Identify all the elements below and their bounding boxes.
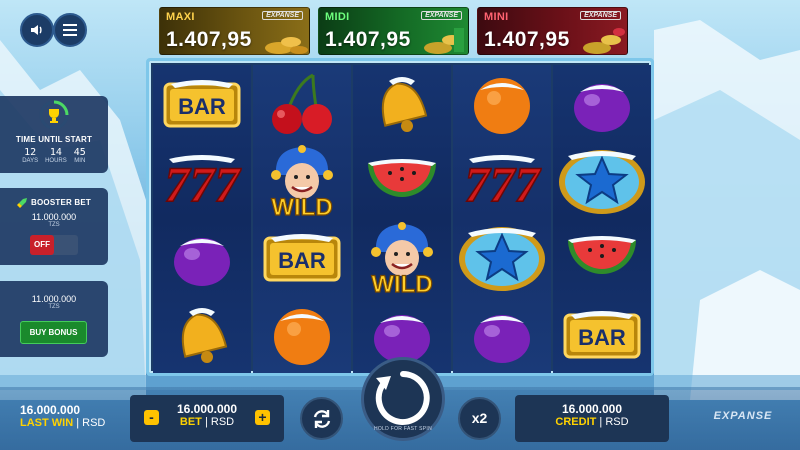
- autoplay-button[interactable]: [300, 397, 343, 440]
- symbol-plum: [453, 296, 551, 373]
- buy-bonus-panel: 11.000.000 TZS BUY BONUS: [0, 281, 108, 357]
- last-win-currency: RSD: [82, 417, 106, 429]
- svg-text:BAR: BAR: [178, 94, 226, 119]
- reels-frame: BAR 777 WILD BAR WILD 777 BAR: [146, 58, 654, 376]
- reel-1: BAR 777: [153, 65, 251, 373]
- sound-button[interactable]: [20, 13, 54, 47]
- reel-5: BAR: [553, 65, 651, 373]
- jackpot-mini: MINI EXPANSE 1.407,95: [477, 7, 628, 55]
- symbol-wild: WILD: [253, 142, 351, 219]
- spin-hint: HOLD FOR FAST SPIN: [373, 426, 433, 432]
- symbol-plum: [553, 65, 651, 142]
- jackpot-mini-value: 1.407,95: [484, 28, 570, 51]
- timer-days-label: DAYS: [22, 158, 39, 164]
- symbol-seven: 777: [453, 142, 551, 219]
- symbol-bell: [153, 296, 251, 373]
- symbol-star: [453, 219, 551, 296]
- svg-text:BAR: BAR: [578, 325, 626, 350]
- reel-3: WILD: [353, 65, 451, 373]
- jackpot-maxi-value: 1.407,95: [166, 28, 252, 51]
- jackpot-maxi-name: MAXI: [166, 11, 195, 23]
- reel-4: 777: [453, 65, 551, 373]
- booster-title: BOOSTER BET: [31, 198, 91, 207]
- booster-toggle[interactable]: OFF: [30, 235, 78, 255]
- symbol-bell: [353, 65, 451, 142]
- symbol-bar: BAR: [253, 219, 351, 296]
- bet-decrease-button[interactable]: -: [144, 410, 159, 425]
- svg-text:WILD: WILD: [371, 271, 432, 296]
- credit-label: CREDIT: [555, 416, 597, 428]
- jackpot-midi-brand: EXPANSE: [421, 11, 462, 20]
- svg-text:777: 777: [465, 156, 542, 211]
- multiplier-button[interactable]: x2: [458, 397, 501, 440]
- symbol-cherry: [253, 65, 351, 142]
- jackpot-midi: MIDI EXPANSE 1.407,95: [318, 7, 469, 55]
- jackpot-mini-name: MINI: [484, 11, 509, 23]
- bet-control: - 16.000.000 BET | RSD +: [130, 395, 284, 442]
- menu-button[interactable]: [53, 13, 87, 47]
- timer-title: TIME UNTIL START: [15, 135, 93, 144]
- symbol-orange: [253, 296, 351, 373]
- speaker-icon: [31, 25, 42, 35]
- expanse-logo: EXPANSE: [713, 410, 773, 422]
- symbol-orange: [453, 65, 551, 142]
- svg-text:WILD: WILD: [271, 194, 332, 219]
- buy-bonus-amount: 11.000.000: [31, 294, 77, 304]
- booster-toggle-state: OFF: [30, 235, 54, 255]
- symbol-plum: [153, 219, 251, 296]
- bet-separator: |: [204, 416, 208, 428]
- symbol-star: [553, 142, 651, 219]
- trophy-icon: [39, 100, 69, 130]
- reel-2: WILD BAR: [253, 65, 351, 373]
- timer-hours: 14: [49, 147, 62, 158]
- symbol-bar: BAR: [553, 296, 651, 373]
- buy-bonus-currency: TZS: [48, 304, 60, 310]
- credit-separator: |: [599, 416, 603, 428]
- last-win-separator: |: [76, 417, 80, 429]
- jackpot-mini-brand: EXPANSE: [580, 11, 621, 20]
- jackpot-midi-name: MIDI: [325, 11, 350, 23]
- symbol-watermelon: [553, 219, 651, 296]
- spin-button[interactable]: HOLD FOR FAST SPIN: [361, 357, 445, 441]
- credit-display: 16.000.000 CREDIT | RSD: [515, 395, 669, 442]
- svg-text:777: 777: [165, 156, 242, 211]
- last-win-amount: 16.000.000: [20, 403, 81, 417]
- bet-label: BET: [179, 416, 202, 428]
- credit-currency: RSD: [605, 416, 629, 428]
- symbol-wild: WILD: [353, 219, 451, 296]
- booster-bet-panel: BOOSTER BET 11.000.000 TZS OFF: [0, 188, 108, 265]
- credit-amount: 16.000.000: [561, 402, 623, 416]
- bet-currency: RSD: [210, 416, 235, 428]
- symbol-watermelon: [353, 142, 451, 219]
- hamburger-icon: [63, 24, 77, 36]
- timer-minutes-label: MIN: [74, 158, 86, 164]
- last-win-label: LAST WIN: [20, 417, 74, 429]
- refresh-icon: [313, 409, 330, 428]
- symbol-bar: BAR: [153, 65, 251, 142]
- booster-currency: TZS: [48, 222, 60, 228]
- jackpot-midi-value: 1.407,95: [325, 28, 411, 51]
- bet-increase-button[interactable]: +: [255, 410, 270, 425]
- booster-amount: 11.000.000: [31, 212, 77, 222]
- buy-bonus-button[interactable]: BUY BONUS: [20, 321, 87, 344]
- jackpot-maxi: MAXI EXPANSE 1.407,95: [159, 7, 310, 55]
- timer-minutes: 45: [73, 147, 86, 158]
- rocket-icon: [17, 198, 27, 208]
- last-win-display: 16.000.000 LAST WIN | RSD: [20, 403, 105, 429]
- jackpot-maxi-brand: EXPANSE: [262, 11, 303, 20]
- tournament-timer-panel: TIME UNTIL START 12 DAYS 14 HOURS 45 MIN: [0, 96, 108, 173]
- symbol-seven: 777: [153, 142, 251, 219]
- timer-days: 12: [24, 147, 37, 158]
- timer-hours-label: HOURS: [45, 158, 67, 164]
- svg-text:BAR: BAR: [278, 248, 326, 273]
